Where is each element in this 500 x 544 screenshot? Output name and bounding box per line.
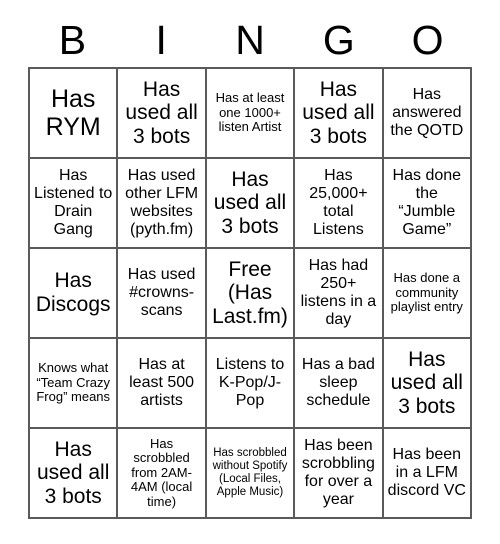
bingo-cell-label: Has scrobbled from 2AM-4AM (local time) [130,435,193,509]
bingo-cell-o5[interactable]: Has been in a LFM discord VC [383,429,472,519]
bingo-cell-label: Has used all 3 bots [37,437,110,508]
bingo-card: B I N G O Has RYM Has used all 3 bots Ha… [0,0,500,544]
bingo-cell-label: Has done the “Jumble Game” [392,167,462,238]
bingo-cell-label: Has used all 3 bots [302,77,375,148]
bingo-cell-label: Has used other LFM websites (pyth.fm) [125,167,199,238]
bingo-cell-label: Has 25,000+ total Listens [309,167,368,238]
bingo-cell-g2[interactable]: Has 25,000+ total Listens [295,159,384,249]
bingo-cell-i1[interactable]: Has used all 3 bots [118,69,207,159]
bingo-cell-i5[interactable]: Has scrobbled from 2AM-4AM (local time) [118,429,207,519]
bingo-cell-label: Free (Has Last.fm) [212,257,288,328]
bingo-cell-label: Has used all 3 bots [390,347,463,418]
bingo-cell-label: Has done a community playlist entry [390,270,463,315]
bingo-cell-i2[interactable]: Has used other LFM websites (pyth.fm) [118,159,207,249]
bingo-cell-g3[interactable]: Has had 250+ listens in a day [295,249,384,339]
bingo-cell-b4[interactable]: Knows what “Team Crazy Frog” means [30,339,119,429]
bingo-cell-i4[interactable]: Has at least 500 artists [118,339,207,429]
bingo-cell-label: Listens to K-Pop/J-Pop [215,356,285,409]
bingo-cell-free-space[interactable]: Free (Has Last.fm) [206,249,296,339]
bingo-cell-o1[interactable]: Has answered the QOTD [383,69,472,159]
bingo-cell-o4[interactable]: Has used all 3 bots [383,339,472,429]
bingo-cell-label: Has RYM [45,85,101,141]
bingo-cell-label: Has at least 500 artists [129,356,195,409]
bingo-cell-g1[interactable]: Has used all 3 bots [295,69,384,159]
header-letter-b: B [58,16,87,63]
bingo-cell-g4[interactable]: Has a bad sleep schedule [295,339,384,429]
bingo-cell-b1[interactable]: Has RYM [30,69,119,159]
bingo-cell-label: Has had 250+ listens in a day [300,257,377,328]
bingo-cell-n1[interactable]: Has at least one 1000+ listen Artist [206,69,296,159]
bingo-cell-b5[interactable]: Has used all 3 bots [30,429,119,519]
bingo-cell-label: Has used #crowns-scans [127,266,196,319]
bingo-header: B I N G O [28,14,472,66]
bingo-cell-n4[interactable]: Listens to K-Pop/J-Pop [206,339,296,429]
bingo-cell-label: Has been in a LFM discord VC [387,446,466,499]
bingo-cell-label: Has at least one 1000+ listen Artist [215,90,285,135]
bingo-cell-label: Has scrobbled without Spotify (Local Fil… [212,447,288,498]
bingo-cell-label: Has used all 3 bots [125,77,198,148]
bingo-cell-n2[interactable]: Has used all 3 bots [206,159,296,249]
header-letter-o: O [411,16,444,63]
bingo-cell-label: Has a bad sleep schedule [301,356,375,409]
bingo-cell-b2[interactable]: Has Listened to Drain Gang [30,159,119,249]
bingo-cell-label: Has Listened to Drain Gang [34,167,113,238]
bingo-cell-g5[interactable]: Has been scrobbling for over a year [295,429,384,519]
bingo-cell-i3[interactable]: Has used #crowns-scans [118,249,207,339]
bingo-cell-o3[interactable]: Has done a community playlist entry [383,249,472,339]
bingo-cell-label: Has answered the QOTD [390,86,464,139]
bingo-grid: Has RYM Has used all 3 bots Has at least… [28,67,472,519]
bingo-cell-o2[interactable]: Has done the “Jumble Game” [383,159,472,249]
bingo-cell-label: Has Discogs [35,269,111,316]
bingo-cell-label: Knows what “Team Crazy Frog” means [36,360,111,405]
header-letter-g: G [322,16,355,63]
bingo-cell-label: Has been scrobbling for over a year [301,437,375,508]
header-letter-i: I [155,16,167,63]
bingo-cell-b3[interactable]: Has Discogs [30,249,119,339]
bingo-cell-n5[interactable]: Has scrobbled without Spotify (Local Fil… [206,429,296,519]
header-letter-n: N [235,16,265,63]
bingo-cell-label: Has used all 3 bots [213,167,287,238]
